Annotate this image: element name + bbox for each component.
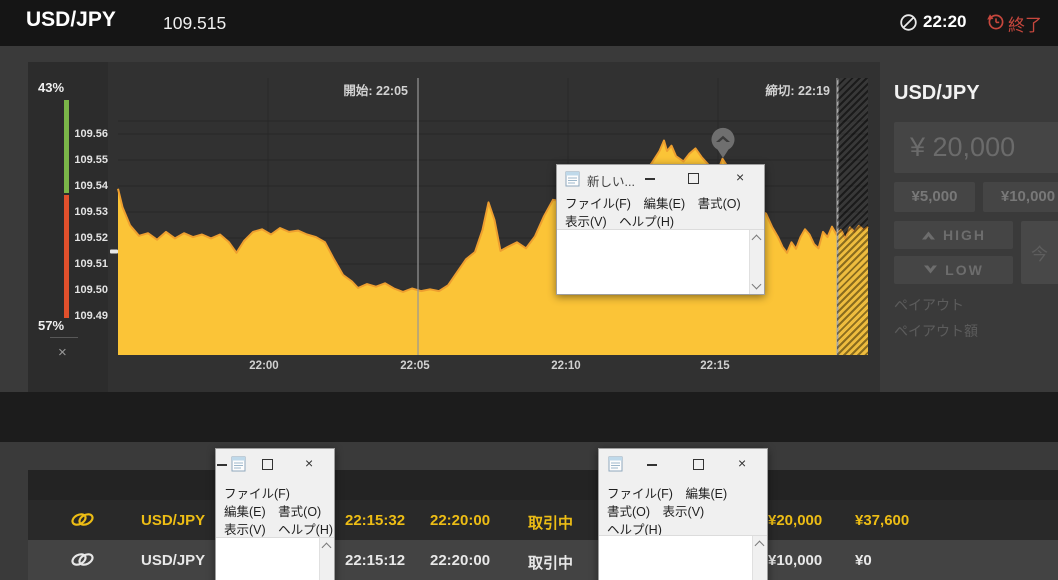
close-icon[interactable]: × bbox=[738, 456, 746, 470]
x-axis-tick: 22:10 bbox=[551, 360, 581, 372]
x-axis-tick: 22:15 bbox=[700, 360, 730, 372]
asset-cell: USD/JPY bbox=[141, 552, 206, 569]
gauge-low-percent: 57% bbox=[38, 318, 65, 333]
chart-deadline-label: 締切: 22:19 bbox=[765, 84, 830, 98]
scroll-up-icon[interactable] bbox=[321, 542, 332, 553]
notepad-scrollbar[interactable] bbox=[749, 230, 764, 294]
current-price-tick bbox=[110, 249, 118, 254]
asset-cell: USD/JPY bbox=[141, 512, 206, 529]
notepad-icon bbox=[565, 171, 580, 187]
top-bar: USD/JPY 109.515 22:20 終了 bbox=[0, 0, 1058, 46]
y-axis-tick: 109.56 bbox=[74, 128, 108, 140]
preset-5000-button[interactable]: ¥5,000 bbox=[894, 182, 975, 212]
history-table-row[interactable]: USD/JPY 22:15:12 22:20:00 取引中 ¥10,000 ¥0 bbox=[28, 540, 1058, 580]
notepad-menu-row[interactable]: ファイル(F) 編集(E) bbox=[607, 483, 727, 502]
notepad-text-area[interactable] bbox=[216, 537, 334, 580]
trade-panel-title: USD/JPY bbox=[894, 82, 980, 104]
trade-type-cell bbox=[70, 551, 95, 568]
payout-label: ペイアウト bbox=[894, 297, 964, 313]
close-icon[interactable]: × bbox=[736, 170, 744, 184]
low-button-label: LOW bbox=[945, 262, 984, 278]
history-section-bar: 購入オプション詳細 全ての取引 bbox=[0, 392, 1058, 442]
history-table-header: タイプ取引原資産取引時間判定時刻ステータス購入判定時ペイアウト転売 bbox=[28, 470, 1058, 500]
gauge-bar-high bbox=[64, 100, 69, 193]
payout-cell: ¥0 bbox=[855, 552, 872, 569]
minimize-icon[interactable] bbox=[645, 178, 655, 180]
purchase-cell: ¥20,000 bbox=[768, 512, 823, 529]
minimize-icon[interactable] bbox=[217, 464, 227, 466]
buy-now-label: 今 bbox=[1031, 245, 1048, 264]
countdown-time: 22:20 bbox=[923, 12, 967, 31]
low-arrow-icon bbox=[924, 265, 938, 274]
gauge-divider bbox=[50, 337, 78, 338]
y-axis-tick: 109.54 bbox=[74, 180, 108, 192]
trade-time-cell: 22:15:12 bbox=[345, 552, 406, 569]
maximize-icon[interactable] bbox=[693, 459, 704, 470]
low-button[interactable]: LOW bbox=[894, 256, 1013, 284]
gauge-high-percent: 43% bbox=[38, 80, 65, 95]
trade-pin-icon bbox=[711, 127, 735, 158]
status-cell: 取引中 bbox=[528, 555, 574, 572]
y-axis-tick: 109.52 bbox=[74, 232, 108, 244]
high-button-label: HIGH bbox=[943, 227, 986, 243]
preset-10000-button[interactable]: ¥10,000 bbox=[983, 182, 1058, 212]
notepad-menu-row[interactable]: 表示(V) ヘルプ(H) bbox=[224, 519, 333, 538]
trade-type-cell bbox=[70, 511, 95, 528]
notepad-title: 新しい... bbox=[587, 175, 635, 189]
judge-time-cell: 22:20:00 bbox=[430, 512, 491, 529]
y-axis-tick: 109.49 bbox=[74, 310, 108, 322]
sentiment-gauge: 43% 57% × bbox=[28, 62, 112, 392]
notepad-text-area[interactable] bbox=[557, 229, 764, 294]
quit-button[interactable]: 終了 bbox=[1008, 11, 1042, 36]
y-axis-tick: 109.55 bbox=[74, 154, 108, 166]
judge-time-cell: 22:20:00 bbox=[430, 552, 491, 569]
notepad-icon bbox=[231, 456, 246, 472]
close-icon[interactable]: × bbox=[305, 456, 313, 470]
y-axis-tick: 109.53 bbox=[74, 206, 108, 218]
x-axis-tick: 22:05 bbox=[400, 360, 430, 372]
y-axis-tick: 109.50 bbox=[74, 284, 108, 296]
notepad-menu-row[interactable]: 編集(E) 書式(O) bbox=[224, 501, 321, 520]
notepad-icon bbox=[608, 456, 623, 472]
scroll-up-icon[interactable] bbox=[754, 540, 765, 551]
pair-title: USD/JPY bbox=[26, 8, 116, 31]
status-cell: 取引中 bbox=[528, 515, 574, 532]
trading-app: USD/JPY 109.515 22:20 終了 43% 57% × 109.5… bbox=[0, 0, 1058, 580]
buy-now-button[interactable]: 今 bbox=[1021, 221, 1058, 284]
scroll-up-icon[interactable] bbox=[751, 234, 762, 245]
notepad-scrollbar[interactable] bbox=[319, 538, 334, 580]
prohibition-icon bbox=[900, 14, 917, 31]
high-button[interactable]: HIGH bbox=[894, 221, 1013, 249]
minimize-icon[interactable] bbox=[647, 464, 657, 466]
history-table-row[interactable]: USD/JPY 22:15:32 22:20:00 取引中 ¥20,000 ¥37,600 bbox=[28, 500, 1058, 540]
x-axis-tick: 22:00 bbox=[249, 360, 279, 372]
chart-start-label: 開始: 22:05 bbox=[343, 84, 408, 98]
payout-cell: ¥37,600 bbox=[855, 512, 910, 529]
notepad-text-area[interactable] bbox=[599, 535, 767, 580]
gauge-close-icon[interactable]: × bbox=[58, 344, 67, 361]
notepad-scrollbar[interactable] bbox=[752, 536, 767, 580]
notepad-menu-row[interactable]: ファイル(F) 編集(E) 書式(O) bbox=[565, 193, 741, 212]
history-clock-icon bbox=[987, 14, 1004, 30]
maximize-icon[interactable] bbox=[262, 459, 273, 470]
gauge-bar-low bbox=[64, 195, 69, 318]
trade-type-link-icon bbox=[71, 513, 94, 526]
y-axis-tick: 109.51 bbox=[74, 258, 108, 270]
notepad-menu-row[interactable]: ファイル(F) bbox=[224, 483, 290, 502]
notepad-window-bottom-left[interactable]: × ファイル(F) 編集(E) 書式(O) 表示(V) ヘルプ(H) bbox=[215, 448, 335, 580]
purchase-cell: ¥10,000 bbox=[768, 552, 823, 569]
trade-type-link-icon bbox=[71, 553, 94, 566]
high-arrow-icon bbox=[922, 231, 935, 240]
maximize-icon[interactable] bbox=[688, 173, 699, 184]
notepad-menu-row[interactable]: 表示(V) ヘルプ(H) bbox=[565, 211, 674, 230]
notepad-menu-row[interactable]: 書式(O) 表示(V) bbox=[607, 501, 704, 520]
payout-amount-label: ペイアウト額 bbox=[894, 323, 978, 339]
amount-input[interactable]: ¥ 20,000 bbox=[894, 122, 1058, 173]
current-price: 109.515 bbox=[163, 13, 227, 33]
scroll-down-icon[interactable] bbox=[751, 279, 762, 290]
trade-time-cell: 22:15:32 bbox=[345, 512, 406, 529]
notepad-window-center[interactable]: 新しい... × ファイル(F) 編集(E) 書式(O) 表示(V) ヘルプ(H… bbox=[556, 164, 765, 295]
chart-expiry-hatch bbox=[837, 78, 868, 355]
notepad-window-bottom-right[interactable]: × ファイル(F) 編集(E) 書式(O) 表示(V) ヘルプ(H) bbox=[598, 448, 768, 580]
